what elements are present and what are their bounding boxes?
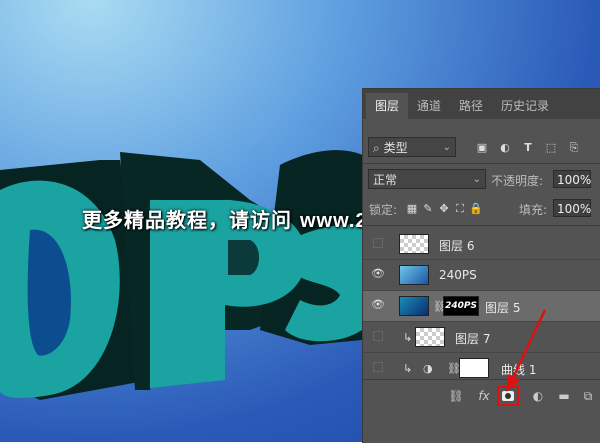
layer-thumbnail	[399, 234, 429, 254]
lock-image-icon[interactable]: ✎	[421, 202, 435, 216]
opacity-field[interactable]: 100%	[553, 170, 591, 188]
filter-kind-label: 类型	[383, 141, 408, 155]
lock-label: 锁定:	[369, 203, 398, 217]
tab-history[interactable]: 历史记录	[492, 93, 558, 119]
layer-mask-thumbnail[interactable]: 240PS	[443, 296, 479, 316]
filter-row: ⌕ 类型 ⌄ ▣ ◐ T ⬚ ⎘	[363, 137, 600, 159]
lock-all-icon[interactable]: 🔒	[469, 202, 483, 216]
visibility-toggle[interactable]	[373, 331, 383, 341]
layer-thumbnail	[415, 327, 445, 347]
search-icon: ⌕	[373, 141, 380, 155]
new-layer-icon[interactable]: ⧉	[579, 388, 597, 404]
filter-type-icon[interactable]: T	[521, 141, 535, 155]
filter-shape-icon[interactable]: ⬚	[544, 141, 558, 155]
lock-position-icon[interactable]: ✥	[437, 202, 451, 216]
eye-icon[interactable]: 👁	[371, 268, 385, 280]
curves-adjustment-icon: ◑	[423, 362, 433, 375]
layer-row[interactable]: ↳ 图层 7	[363, 322, 600, 353]
letter-p-counter	[228, 240, 259, 275]
fill-field[interactable]: 100%	[553, 199, 591, 217]
tab-channels[interactable]: 通道	[408, 93, 450, 119]
layer-name: 图层 6	[439, 239, 475, 253]
fx-icon[interactable]: fx	[475, 388, 493, 404]
layer-mask-thumbnail[interactable]	[459, 358, 489, 378]
layer-row[interactable]: 图层 6	[363, 229, 600, 260]
filter-adjustment-icon[interactable]: ◐	[498, 141, 512, 155]
panel-tabs: 图层 通道 路径 历史记录	[363, 89, 600, 119]
layer-thumbnail	[399, 265, 429, 285]
visibility-toggle[interactable]	[373, 362, 383, 372]
chevron-down-icon: ⌄	[472, 174, 481, 185]
layer-row[interactable]: 👁 240PS	[363, 260, 600, 291]
watermark-cn: 更多精品教程，请访问	[82, 208, 292, 232]
filter-kind-select[interactable]: ⌕ 类型 ⌄	[368, 137, 456, 157]
link-layers-icon[interactable]: ⛓	[447, 388, 465, 404]
layer-name: 240PS	[439, 268, 477, 282]
chevron-down-icon: ⌄	[442, 142, 451, 153]
blend-mode-select[interactable]: 正常 ⌄	[368, 169, 486, 189]
blend-mode-label: 正常	[373, 173, 398, 187]
visibility-toggle[interactable]	[373, 238, 383, 248]
layers-bottom-toolbar: ⛓ fx ◐ ▬ ⧉	[363, 379, 600, 414]
blend-row: 正常 ⌄ 不透明度: 100%	[363, 169, 600, 191]
lock-transparency-icon[interactable]: ▦	[405, 202, 419, 216]
tab-paths[interactable]: 路径	[450, 93, 492, 119]
lock-row: 锁定: ▦ ✎ ✥ ⛶ 🔒 填充: 100%	[363, 199, 600, 219]
layer-name: 图层 7	[455, 332, 491, 346]
layer-thumbnail	[399, 296, 429, 316]
layers-panel: 图层 通道 路径 历史记录 ⌕ 类型 ⌄ ▣ ◐ T ⬚ ⎘ 正常 ⌄ 不透明度…	[362, 88, 600, 443]
tab-layers[interactable]: 图层	[366, 93, 409, 119]
adjustment-layer-icon[interactable]: ◐	[529, 388, 547, 404]
fill-label: 填充:	[519, 203, 548, 217]
opacity-label: 不透明度:	[491, 174, 544, 188]
eye-icon[interactable]: 👁	[371, 299, 385, 311]
filter-smartobject-icon[interactable]: ⎘	[567, 141, 581, 155]
layer-name: 曲线 1	[501, 363, 537, 377]
new-group-folder-icon[interactable]: ▬	[555, 388, 573, 404]
layer-row-selected[interactable]: 👁 ⛓ 240PS 图层 5	[363, 291, 600, 322]
layer-name: 图层 5	[485, 301, 521, 315]
clipping-arrow-icon: ↳	[403, 331, 413, 344]
clipping-arrow-icon: ↳	[403, 362, 413, 375]
lock-artboard-icon[interactable]: ⛶	[453, 202, 467, 216]
add-layer-mask-button[interactable]	[497, 386, 519, 406]
filter-pixel-icon[interactable]: ▣	[475, 141, 489, 155]
